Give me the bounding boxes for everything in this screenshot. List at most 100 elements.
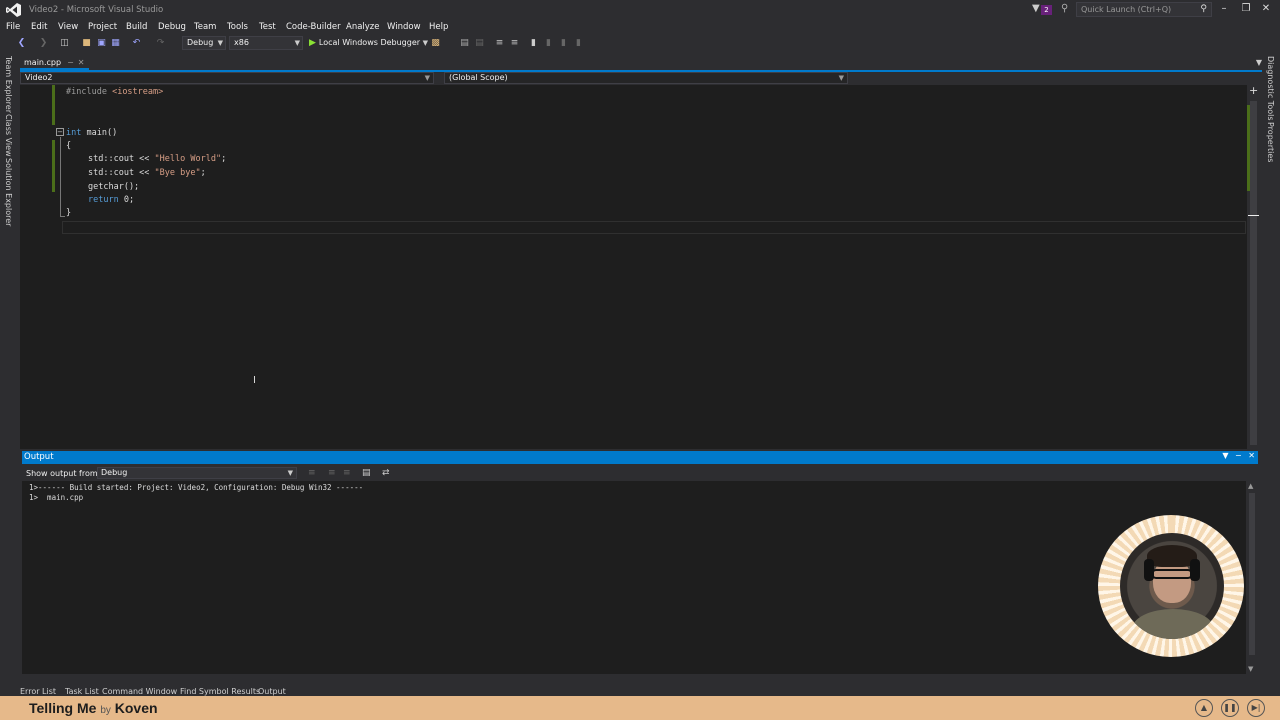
pause-icon[interactable]: ❚❚ [1221,699,1239,717]
next-bookmark-icon[interactable]: ▮ [558,38,569,49]
now-playing-bar: Telling Me by Koven ▲ ❚❚ ▶| [0,696,1280,720]
step-icon[interactable]: ▤ [459,38,470,49]
tab-list-dropdown-icon[interactable]: ▼ [1256,58,1262,67]
new-project-icon[interactable]: ◫ [59,38,70,49]
code-line-7: std::cout << "Bye bye"; [88,168,206,178]
editor-gutter [20,85,35,449]
code-editor[interactable] [35,85,1247,449]
navigate-back-icon[interactable]: ❮ [16,38,27,49]
navigate-forward-icon[interactable]: ❯ [38,38,49,49]
tab-task-list[interactable]: Task List [65,687,99,696]
close-window-icon[interactable]: ✕ [1258,3,1274,16]
scope-value: (Global Scope) [449,73,508,82]
quick-launch-input[interactable]: Quick Launch (Ctrl+Q) ⚲ [1076,2,1212,17]
minimize-icon[interactable]: – [1216,3,1232,16]
panel-controls: ▼ − ✕ [1222,451,1255,460]
run-label: Local Windows Debugger [318,38,421,47]
menu-analyze[interactable]: Analyze [346,22,380,32]
close-icon[interactable]: ✕ [78,58,85,67]
collapse-icon[interactable]: − [56,128,64,136]
output-panel-header[interactable]: Output ▼ − ✕ [22,451,1258,464]
scroll-down-icon[interactable]: ▼ [1248,665,1253,673]
prev-bookmark-icon[interactable]: ▮ [543,38,554,49]
tab-main-cpp[interactable]: main.cpp − ✕ [20,56,89,70]
close-icon[interactable]: ✕ [1248,451,1255,460]
notifications-flag-icon[interactable]: ▼ [1032,3,1040,14]
tab-team-explorer[interactable]: Team Explorer [4,56,13,113]
platform-dropdown[interactable]: x86 ▼ [229,36,303,50]
project-value: Video2 [25,73,53,82]
tab-diagnostic-tools[interactable]: Diagnostic Tools [1266,56,1275,121]
project-dropdown[interactable]: Video2 ▼ [20,72,434,84]
word-wrap-icon[interactable]: ⇄ [382,468,390,478]
clear-all-icon[interactable]: ▤ [362,468,371,478]
menu-view[interactable]: View [58,22,78,32]
tab-output[interactable]: Output [258,687,286,696]
skip-next-icon[interactable]: ▶| [1247,699,1265,717]
attach-process-icon[interactable]: ▩ [430,38,441,49]
output-horizontal-scrollbar[interactable] [22,674,1258,686]
menu-debug[interactable]: Debug [158,22,186,32]
pin-icon[interactable]: − [67,58,74,67]
menu-edit[interactable]: Edit [31,22,47,32]
now-playing-text: Telling Me by Koven [29,700,158,716]
scope-dropdown[interactable]: (Global Scope) ▼ [444,72,848,84]
tab-find-symbol-results[interactable]: Find Symbol Results [180,687,260,696]
tab-command-window[interactable]: Command Window [102,687,177,696]
window-title: Video2 - Microsoft Visual Studio [29,5,164,15]
document-tab-strip: main.cpp − ✕ ▼ [20,56,1262,70]
menu-test[interactable]: Test [259,22,276,32]
next-message-icon[interactable]: ≡ [343,468,351,478]
save-icon[interactable]: ▣ [96,38,107,49]
scroll-up-icon[interactable]: ▲ [1248,482,1253,490]
scrollbar-thumb[interactable] [1249,493,1255,655]
clear-bookmarks-icon[interactable]: ▮ [573,38,584,49]
undo-icon[interactable]: ↶ [131,38,142,49]
menu-bar: File Edit View Project Build Debug Team … [0,20,1280,35]
chevron-down-icon: ▼ [294,39,300,47]
code-line-6: std::cout << "Hello World"; [88,154,227,164]
redo-icon[interactable]: ↷ [155,38,166,49]
menu-window[interactable]: Window [387,22,421,32]
notification-count-badge[interactable]: 2 [1041,5,1052,15]
split-window-icon[interactable]: + [1249,85,1258,96]
panel-menu-icon[interactable]: ▼ [1222,451,1228,460]
open-file-icon[interactable]: ■ [81,38,92,49]
editor-vertical-scrollbar[interactable]: + [1247,85,1260,449]
menu-code-builder[interactable]: Code-Builder [286,22,341,32]
save-all-icon[interactable]: ▦ [110,38,121,49]
start-debugging-button[interactable]: ▶ Local Windows Debugger ▼ [309,37,428,51]
code-line-8: getchar(); [88,182,140,192]
output-source-dropdown[interactable]: Debug ▼ [97,467,297,479]
comment-icon[interactable]: ≡ [509,38,520,49]
bookmark-icon[interactable]: ▮ [528,38,539,49]
output-vertical-scrollbar[interactable]: ▲ ▼ [1246,481,1258,674]
menu-tools[interactable]: Tools [227,22,248,32]
menu-help[interactable]: Help [429,22,448,32]
step-over-icon[interactable]: ▤ [474,38,485,49]
cam-shirt [1132,609,1214,639]
scrollbar-thumb[interactable] [1250,101,1257,445]
configuration-dropdown[interactable]: Debug ▼ [182,36,226,50]
search-icon: ⚲ [1200,4,1207,14]
tab-class-view[interactable]: Class View [4,114,13,157]
tab-error-list[interactable]: Error List [20,687,56,696]
find-message-icon[interactable]: ≡ [308,468,316,478]
tab-solution-explorer[interactable]: Solution Explorer [4,158,13,226]
output-text-area[interactable]: 1>------ Build started: Project: Video2,… [22,481,1246,674]
menu-team[interactable]: Team [194,22,216,32]
prev-message-icon[interactable]: ≡ [328,468,336,478]
tab-label: main.cpp [24,58,62,67]
menu-build[interactable]: Build [126,22,147,32]
auto-hide-pin-icon[interactable]: − [1235,451,1242,460]
menu-project[interactable]: Project [88,22,117,32]
format-icon[interactable]: ≡ [494,38,505,49]
fold-guide [60,137,61,216]
restore-icon[interactable]: ❐ [1238,3,1254,16]
code-line-10: } [66,208,72,218]
eject-icon[interactable]: ▲ [1195,699,1213,717]
tab-properties[interactable]: Properties [1266,122,1275,162]
menu-file[interactable]: File [6,22,20,32]
text-cursor-icon: I [253,375,256,386]
feedback-icon[interactable]: ⚲ [1061,3,1071,15]
